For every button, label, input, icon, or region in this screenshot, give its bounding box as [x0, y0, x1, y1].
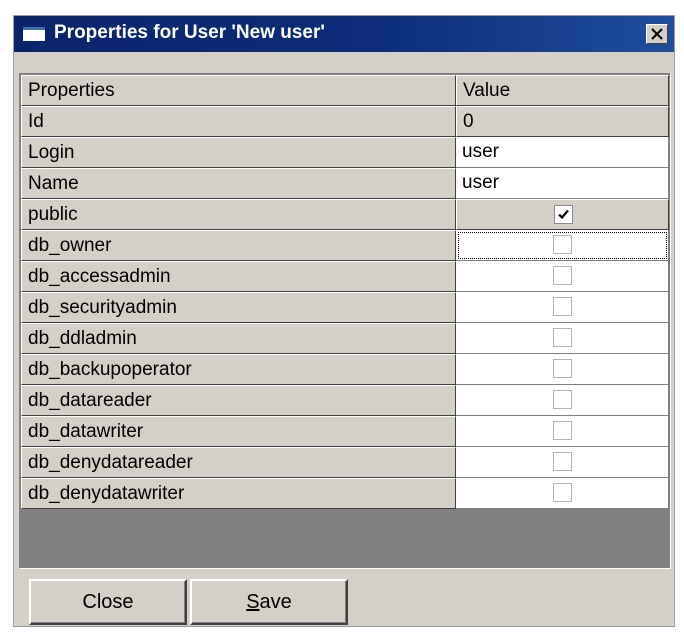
close-icon	[651, 28, 663, 40]
property-name-cell[interactable]: db_denydatawriter	[21, 478, 456, 509]
property-value-checkbox-cell[interactable]	[456, 230, 669, 261]
column-header-properties[interactable]: Properties	[21, 75, 456, 106]
table-row: Login user	[21, 137, 669, 168]
checkbox-unchecked[interactable]	[553, 452, 572, 471]
grid-header-row: Properties Value	[21, 75, 669, 106]
property-value-input[interactable]: user	[456, 137, 669, 168]
table-row: db_datawriter	[21, 416, 669, 447]
property-name-cell[interactable]: Id	[21, 106, 456, 137]
property-name-cell[interactable]: db_securityadmin	[21, 292, 456, 323]
checkbox-checked[interactable]	[554, 205, 573, 224]
properties-dialog: Properties for User 'New user' Propertie…	[13, 15, 675, 627]
close-window-button[interactable]	[646, 24, 668, 44]
property-name-cell[interactable]: db_datareader	[21, 385, 456, 416]
property-value-checkbox-cell[interactable]	[456, 199, 669, 230]
column-header-value[interactable]: Value	[456, 75, 669, 106]
save-button[interactable]: Save	[190, 579, 348, 625]
table-row: db_denydatareader	[21, 447, 669, 478]
grid-rows: Id 0 Login user Name user public db_owner db_acc…	[21, 106, 669, 509]
property-value-readonly: 0	[456, 106, 669, 137]
checkbox-unchecked[interactable]	[553, 328, 572, 347]
table-row: public	[21, 199, 669, 230]
checkbox-unchecked[interactable]	[553, 297, 572, 316]
property-name-cell[interactable]: db_owner	[21, 230, 456, 261]
checkbox-unchecked[interactable]	[553, 359, 572, 378]
close-button[interactable]: Close	[29, 579, 187, 625]
close-button-label: Close	[82, 590, 134, 613]
property-grid: Properties Value Id 0 Login user Name user pub…	[19, 73, 671, 569]
table-row: Id 0	[21, 106, 669, 137]
property-name-cell[interactable]: db_denydatareader	[21, 447, 456, 478]
table-row: db_accessadmin	[21, 261, 669, 292]
checkbox-unchecked[interactable]	[553, 483, 572, 502]
table-row: db_securityadmin	[21, 292, 669, 323]
property-name-cell[interactable]: public	[21, 199, 456, 230]
checkmark-icon	[558, 209, 569, 220]
property-name-cell[interactable]: db_accessadmin	[21, 261, 456, 292]
property-value-checkbox-cell[interactable]	[456, 292, 669, 323]
table-row: Name user	[21, 168, 669, 199]
table-row: db_owner	[21, 230, 669, 261]
checkbox-unchecked[interactable]	[553, 421, 572, 440]
title-bar[interactable]: Properties for User 'New user'	[14, 16, 674, 52]
property-value-input[interactable]: user	[456, 168, 669, 199]
property-value-checkbox-cell[interactable]	[456, 416, 669, 447]
table-row: db_backupoperator	[21, 354, 669, 385]
window-title: Properties for User 'New user'	[54, 22, 325, 43]
property-name-cell[interactable]: db_ddladmin	[21, 323, 456, 354]
save-button-accel: S	[246, 590, 260, 613]
table-row: db_datareader	[21, 385, 669, 416]
checkbox-unchecked[interactable]	[553, 235, 572, 254]
table-row: db_ddladmin	[21, 323, 669, 354]
property-value-checkbox-cell[interactable]	[456, 447, 669, 478]
property-grid-body: Properties Value Id 0 Login user Name user pub…	[21, 75, 669, 567]
property-value-checkbox-cell[interactable]	[456, 323, 669, 354]
property-value-checkbox-cell[interactable]	[456, 354, 669, 385]
property-value-checkbox-cell[interactable]	[456, 385, 669, 416]
window-icon	[21, 25, 47, 43]
property-value-checkbox-cell[interactable]	[456, 478, 669, 509]
property-name-cell[interactable]: Name	[21, 168, 456, 199]
save-button-label: ave	[259, 590, 292, 613]
table-row: db_denydatawriter	[21, 478, 669, 509]
property-name-cell[interactable]: db_backupoperator	[21, 354, 456, 385]
property-name-cell[interactable]: db_datawriter	[21, 416, 456, 447]
property-value-checkbox-cell[interactable]	[456, 261, 669, 292]
checkbox-unchecked[interactable]	[553, 390, 572, 409]
checkbox-unchecked[interactable]	[553, 266, 572, 285]
property-name-cell[interactable]: Login	[21, 137, 456, 168]
